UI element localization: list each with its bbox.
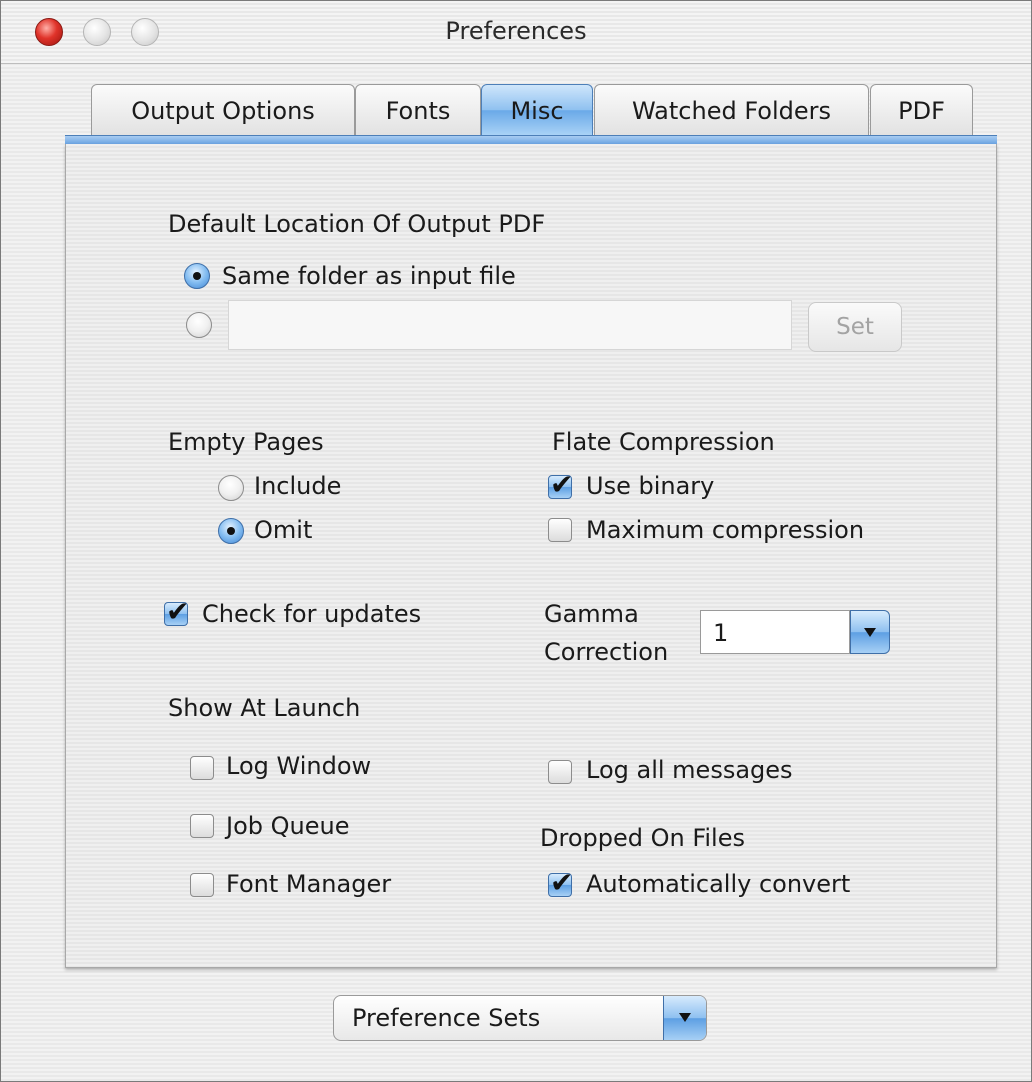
tab-fonts[interactable]: Fonts [355, 84, 481, 135]
use-binary-checkbox[interactable] [548, 468, 573, 501]
tab-misc[interactable]: Misc [481, 84, 593, 135]
show-at-launch-heading: Show At Launch [168, 694, 361, 722]
output-location-heading: Default Location Of Output PDF [168, 210, 546, 238]
gamma-combo-field[interactable]: 1 [700, 610, 850, 654]
tab-watched-folders[interactable]: Watched Folders [594, 84, 869, 135]
title-bar[interactable]: Preferences [1, 1, 1031, 64]
log-all-messages-label[interactable]: Log all messages [586, 756, 793, 784]
log-window-checkbox[interactable] [190, 756, 214, 780]
font-manager-label[interactable]: Font Manager [226, 870, 391, 898]
preference-sets-label: Preference Sets [352, 1004, 541, 1032]
preferences-window: Preferences Output Options Fonts Misc Wa… [0, 0, 1032, 1082]
max-compression-checkbox[interactable] [548, 518, 572, 542]
tab-output-options[interactable]: Output Options [91, 84, 355, 135]
job-queue-label[interactable]: Job Queue [226, 812, 349, 840]
auto-convert-checkbox[interactable] [548, 866, 573, 899]
dropped-files-heading: Dropped On Files [540, 824, 745, 852]
font-manager-checkbox[interactable] [190, 873, 214, 897]
custom-location-field[interactable] [228, 300, 792, 350]
chevron-down-icon [663, 996, 706, 1040]
max-compression-label[interactable]: Maximum compression [586, 516, 864, 544]
set-button[interactable]: Set [808, 302, 902, 352]
gamma-label-line2: Correction [544, 638, 669, 666]
job-queue-checkbox[interactable] [190, 814, 214, 838]
empty-pages-heading: Empty Pages [168, 428, 324, 456]
check-updates-checkbox[interactable] [164, 595, 189, 628]
include-radio[interactable] [218, 475, 244, 501]
omit-radio[interactable] [218, 518, 244, 544]
flate-compression-heading: Flate Compression [552, 428, 775, 456]
log-all-messages-checkbox[interactable] [548, 760, 572, 784]
gamma-dropdown-button[interactable] [850, 610, 890, 654]
preference-sets-popup[interactable]: Preference Sets [333, 995, 707, 1041]
same-folder-label[interactable]: Same folder as input file [222, 262, 516, 290]
use-binary-label[interactable]: Use binary [586, 472, 714, 500]
check-updates-label[interactable]: Check for updates [202, 600, 421, 628]
include-label[interactable]: Include [254, 472, 341, 500]
same-folder-radio[interactable] [184, 263, 210, 289]
misc-panel: Default Location Of Output PDF Same fold… [65, 144, 997, 968]
custom-location-radio[interactable] [186, 312, 212, 338]
tab-pdf[interactable]: PDF [870, 84, 973, 135]
gamma-label-line1: Gamma [544, 600, 639, 628]
omit-label[interactable]: Omit [254, 516, 312, 544]
window-title: Preferences [445, 17, 587, 45]
auto-convert-label[interactable]: Automatically convert [586, 870, 850, 898]
log-window-label[interactable]: Log Window [226, 752, 371, 780]
